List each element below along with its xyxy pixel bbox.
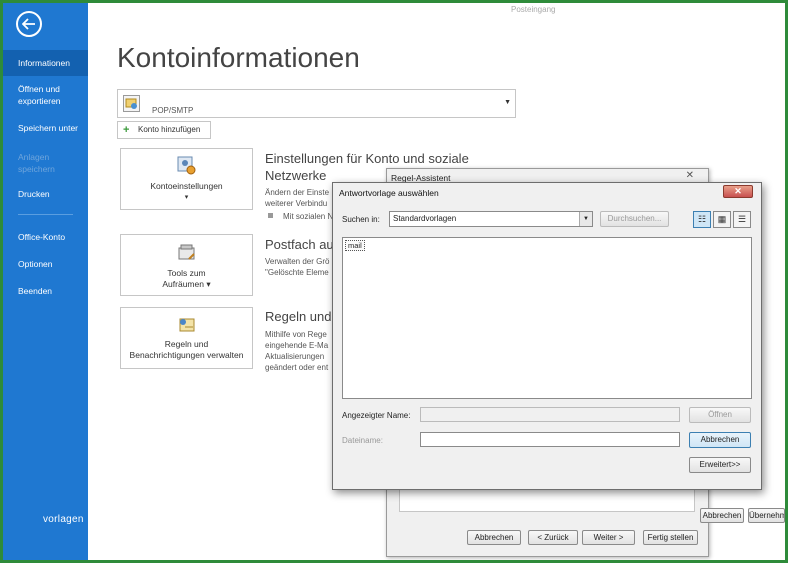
tile-label: Tools zum — [167, 268, 206, 278]
sidebar-item-label: Drucken — [18, 189, 50, 199]
section-text: Verwalten der Grö — [265, 257, 330, 266]
details-view-icon[interactable]: ▦ — [713, 211, 731, 228]
section-text: "Gelöschte Eleme — [265, 268, 329, 277]
section-title: Einstellungen für Konto und soziale — [265, 151, 469, 166]
sidebar-item-label: Informationen — [18, 58, 70, 68]
account-type: POP/SMTP — [152, 106, 194, 115]
browse-button[interactable]: Durchsuchen... — [600, 211, 669, 227]
sidebar-item-label: Optionen — [18, 259, 53, 269]
sidebar-divider — [18, 214, 73, 215]
sidebar-item-label: Öffnen und exportieren — [18, 84, 61, 106]
tile-label: Kontoeinstellungen — [150, 181, 223, 191]
backstage-sidebar: Informationen Öffnen und exportieren Spe… — [3, 3, 88, 560]
file-list[interactable]: mail — [342, 237, 752, 399]
bullet-icon — [268, 213, 273, 218]
chevron-down-icon: ▼ — [504, 99, 511, 106]
cleanup-tools-icon — [177, 243, 197, 263]
chevron-down-icon: ▼ — [579, 212, 592, 226]
section-text: Mithilfe von Rege — [265, 330, 327, 339]
rules-alerts-icon — [177, 315, 197, 335]
sidebar-item-beenden[interactable]: Beenden — [3, 285, 88, 297]
sidebar-item-anlagen-speichern: Anlagen speichern — [3, 151, 68, 175]
add-account-button[interactable]: + Konto hinzufügen — [117, 121, 211, 139]
side-cancel-button[interactable]: Abbrechen — [700, 508, 744, 523]
finish-button[interactable]: Fertig stellen — [643, 530, 698, 545]
back-button[interactable]: < Zurück — [528, 530, 578, 545]
sidebar-item-label: Speichern unter — [18, 123, 79, 133]
section-title: Netzwerke — [265, 168, 327, 183]
section-bullet-text: Mit sozialen N — [283, 212, 334, 221]
tile-label: Regeln und — [164, 339, 209, 349]
advanced-button[interactable]: Erweitert>> — [689, 457, 751, 473]
file-name-field[interactable] — [420, 432, 680, 447]
sidebar-item-label: Anlagen speichern — [18, 152, 55, 174]
plus-icon: + — [123, 124, 130, 136]
close-icon[interactable]: ✕ — [723, 185, 753, 198]
display-name-field — [420, 407, 680, 422]
add-account-label: Konto hinzufügen — [138, 125, 201, 134]
sidebar-item-oeffnen-exportieren[interactable]: Öffnen und exportieren — [3, 83, 73, 107]
preview-view-icon[interactable]: ☰ — [733, 211, 751, 228]
section-text: weiterer Verbindu — [265, 199, 328, 208]
sidebar-item-speichern-unter[interactable]: Speichern unter — [3, 122, 88, 134]
dialog-title: Antwortvorlage auswählen — [339, 188, 439, 198]
side-apply-button[interactable]: Übernehm — [748, 508, 785, 523]
cancel-button[interactable]: Abbrechen — [689, 432, 751, 448]
tile-label: Aufräumen ▾ — [162, 279, 211, 289]
folder-select-value: Standardvorlagen — [393, 214, 457, 223]
account-selector[interactable]: POP/SMTP ▼ — [117, 89, 516, 118]
page-title: Kontoinformationen — [117, 42, 360, 73]
sidebar-item-drucken[interactable]: Drucken — [3, 188, 88, 200]
file-name-label: Dateiname: — [342, 436, 383, 445]
account-icon — [123, 95, 140, 112]
sidebar-item-informationen[interactable]: Informationen — [3, 50, 88, 76]
section-text: eingehende E-Ma — [265, 341, 329, 350]
section-text: Ändern der Einste — [265, 188, 330, 197]
sidebar-item-optionen[interactable]: Optionen — [3, 258, 88, 270]
display-name-label: Angezeigter Name: — [342, 411, 411, 420]
rules-alerts-tile[interactable]: Regeln und Benachrichtigungen verwalten — [120, 307, 253, 369]
watermark-text: vorlagen — [43, 514, 84, 525]
sidebar-item-label: Beenden — [18, 286, 53, 296]
cancel-button[interactable]: Abbrechen — [467, 530, 521, 545]
section-title: Regeln und — [265, 309, 332, 324]
sidebar-item-label: Office-Konto — [18, 232, 66, 242]
search-in-label: Suchen in: — [342, 215, 380, 224]
list-view-icon[interactable]: ☷ — [693, 211, 711, 228]
section-text: geändert oder ent — [265, 363, 329, 372]
tile-label: Benachrichtigungen verwalten — [129, 350, 244, 360]
close-icon[interactable]: ✕ — [686, 170, 694, 181]
chevron-down-icon: ▾ — [184, 194, 189, 201]
list-item[interactable]: mail — [345, 240, 365, 251]
window-title: Posteingang — [511, 5, 556, 14]
next-button[interactable]: Weiter > — [582, 530, 635, 545]
sidebar-item-office-konto[interactable]: Office-Konto — [3, 231, 88, 243]
back-arrow-icon[interactable] — [16, 11, 42, 37]
cleanup-tools-tile[interactable]: Tools zum Aufräumen ▾ — [120, 234, 253, 296]
open-button[interactable]: Öffnen — [689, 407, 751, 423]
account-settings-icon — [177, 156, 197, 176]
account-settings-tile[interactable]: Kontoeinstellungen ▾ — [120, 148, 253, 210]
select-template-dialog: Antwortvorlage auswählen ✕ Suchen in: St… — [332, 182, 762, 490]
folder-select[interactable]: Standardvorlagen ▼ — [389, 211, 593, 227]
section-title: Postfach au — [265, 237, 334, 252]
section-text: Aktualisierungen — [265, 352, 325, 361]
